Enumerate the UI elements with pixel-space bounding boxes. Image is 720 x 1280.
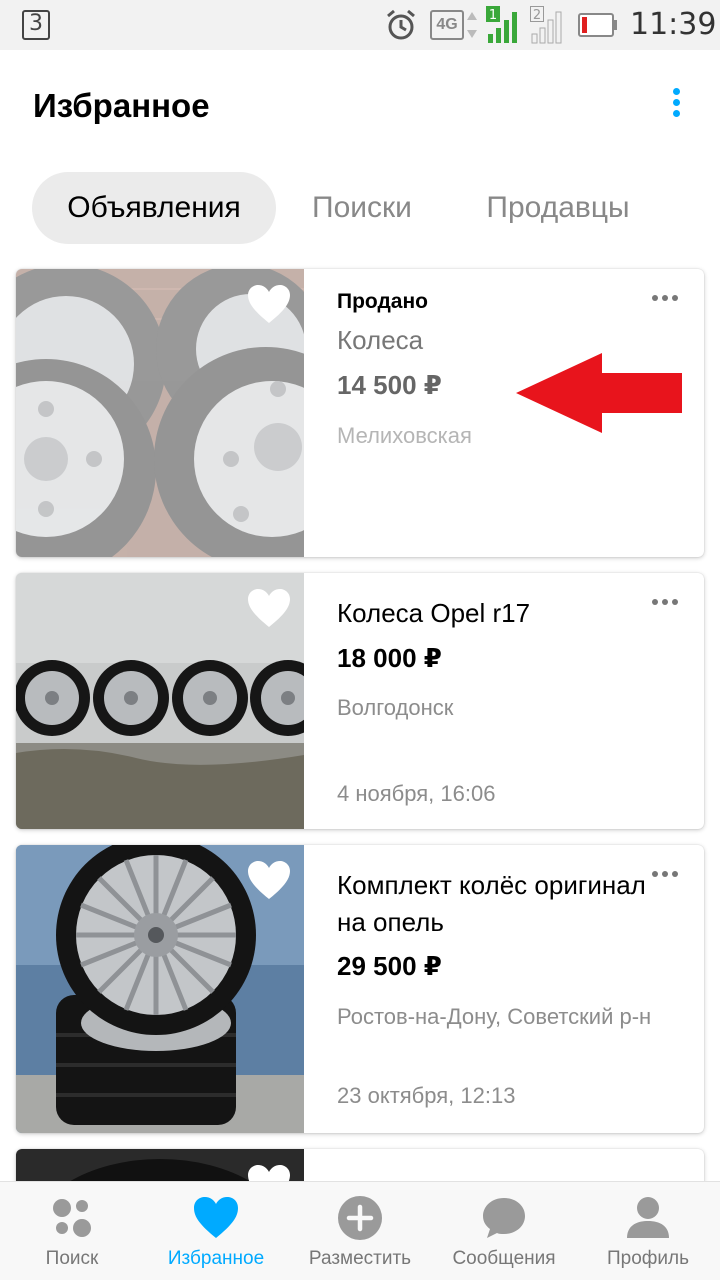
person-icon	[627, 1197, 669, 1238]
nav-label: Профиль	[606, 1248, 690, 1269]
signal-sim2-icon: 2	[530, 6, 562, 44]
notification-icon: 3	[22, 10, 50, 40]
plus-circle-icon	[338, 1196, 382, 1240]
sold-status-label: Продано	[337, 290, 428, 313]
favorite-heart-icon[interactable]	[246, 283, 292, 325]
favorite-heart-icon[interactable]	[246, 587, 292, 629]
favorite-heart-icon[interactable]	[246, 859, 292, 901]
status-bar: 3 4G 1 2 11:39	[0, 0, 720, 50]
clock: 11:39	[630, 7, 717, 42]
alarm-icon	[387, 9, 415, 40]
nav-label: Поиск	[45, 1248, 99, 1269]
listing-price: 14 500 ₽	[337, 370, 442, 400]
nav-profile[interactable]: Профиль	[576, 1182, 720, 1280]
listing-location: Ростов-на-Дону, Советский р-н	[337, 1004, 652, 1029]
listing-date: 23 октября, 12:13	[337, 1083, 516, 1108]
chat-bubble-icon	[483, 1198, 525, 1238]
nav-post[interactable]: Разместить	[288, 1182, 432, 1280]
listing-photo	[16, 573, 304, 829]
listing-price: 18 000 ₽	[337, 643, 442, 673]
page-title: Избранное	[33, 87, 210, 124]
tab-listings[interactable]: Объявления	[32, 172, 276, 244]
more-options-icon[interactable]	[652, 295, 682, 305]
listing-title: Колеса Opel r17	[337, 598, 531, 628]
svg-text:1: 1	[489, 8, 497, 23]
listing-card[interactable]: Колеса Opel r17 18 000 ₽ Волгодонск 4 но…	[16, 573, 704, 829]
listing-location: Волгодонск	[337, 695, 454, 720]
nav-label: Сообщения	[452, 1248, 556, 1269]
kebab-menu-icon[interactable]	[664, 84, 688, 128]
nav-label: Разместить	[308, 1248, 412, 1269]
annotation-arrow	[516, 353, 682, 433]
listing-photo	[16, 269, 304, 557]
data-arrows-icon	[467, 12, 477, 38]
listing-price: 29 500 ₽	[337, 951, 442, 981]
listing-card[interactable]: Комплект колёс оригинал на опель 29 500 …	[16, 845, 704, 1133]
tab-searches[interactable]: Поиски	[292, 172, 432, 244]
battery-low-icon	[578, 13, 617, 37]
listing-date: 4 ноября, 16:06	[337, 781, 496, 806]
nav-search[interactable]: Поиск	[0, 1182, 144, 1280]
search-tiles-icon	[53, 1199, 91, 1237]
listing-photo	[16, 845, 304, 1133]
signal-sim1-icon: 1	[486, 6, 517, 43]
4g-icon: 4G	[430, 10, 464, 40]
tab-sellers[interactable]: Продавцы	[462, 172, 654, 244]
svg-text:2: 2	[533, 8, 541, 23]
heart-icon	[194, 1197, 238, 1238]
nav-favorites[interactable]: Избранное	[144, 1182, 288, 1280]
nav-messages[interactable]: Сообщения	[432, 1182, 576, 1280]
bottom-navigation: Поиск Избранное Разместить Сообщения Про…	[0, 1181, 720, 1280]
nav-label: Избранное	[167, 1248, 265, 1269]
listing-title: Комплект колёс оригинал на опель	[337, 870, 646, 937]
